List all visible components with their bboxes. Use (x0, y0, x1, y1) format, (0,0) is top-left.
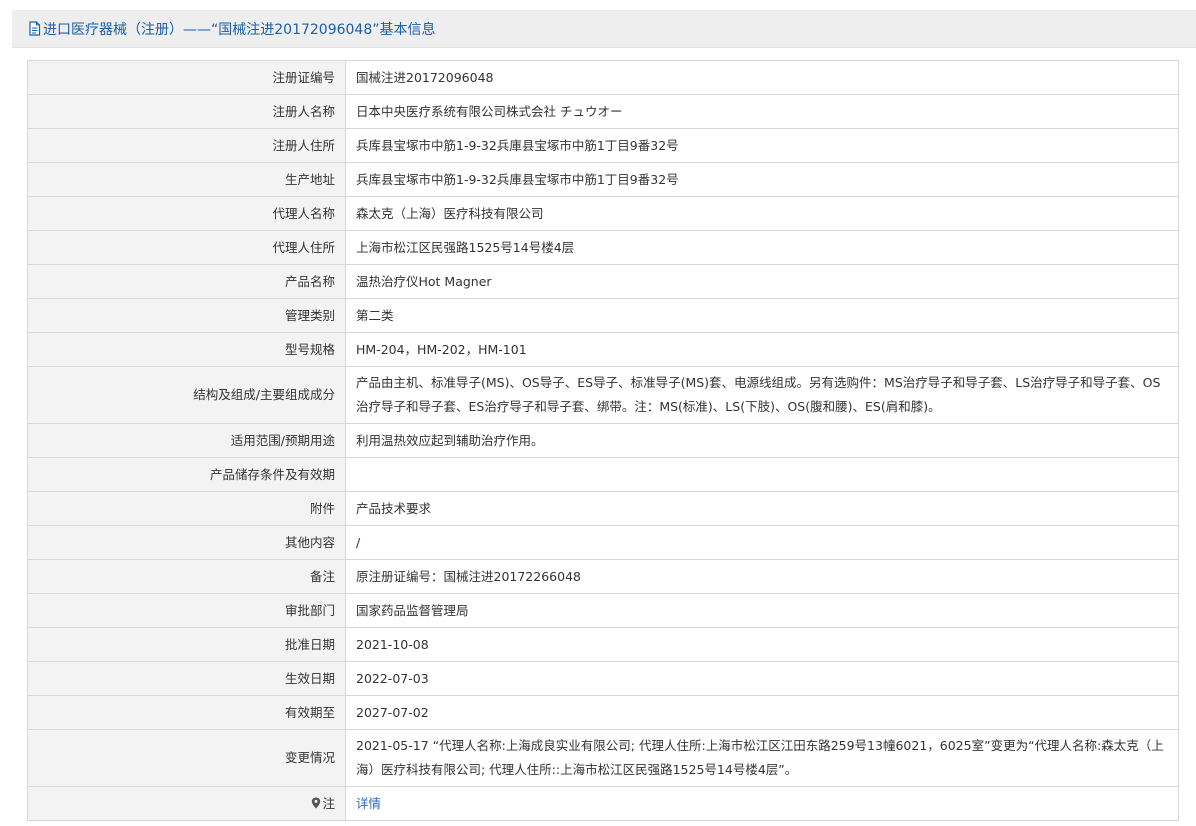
table-row: 变更情况 2021-05-17 “代理人名称:上海成良实业有限公司; 代理人住所:… (27, 729, 1179, 787)
table-row: 型号规格 HM-204，HM-202，HM-101 (27, 332, 1179, 367)
field-label: 产品名称 (27, 264, 346, 299)
info-sheet: 注册证编号 国械注进20172096048 注册人名称 日本中央医疗系统有限公司株式会… (12, 48, 1196, 826)
field-value: 第二类 (345, 298, 1179, 333)
field-value: 国家药品监督管理局 (345, 593, 1179, 628)
field-value: 上海市松江区民强路1525号14号楼4层 (345, 230, 1179, 265)
document-icon (28, 21, 41, 36)
field-value: / (345, 525, 1179, 560)
field-value: 兵库县宝塚市中筋1-9-32兵庫县宝塚市中筋1丁目9番32号 (345, 162, 1179, 197)
table-row: 其他内容 / (27, 525, 1179, 560)
info-table: 注册证编号 国械注进20172096048 注册人名称 日本中央医疗系统有限公司株式会… (27, 60, 1179, 821)
field-label: 审批部门 (27, 593, 346, 628)
table-row: 代理人住所 上海市松江区民强路1525号14号楼4层 (27, 230, 1179, 265)
field-value: 2022-07-03 (345, 661, 1179, 696)
note-row: 注 详情 (27, 786, 1179, 821)
table-row: 适用范围/预期用途 利用温热效应起到辅助治疗作用。 (27, 423, 1179, 458)
field-label: 批准日期 (27, 627, 346, 662)
table-row: 生效日期 2022-07-03 (27, 661, 1179, 696)
table-row: 注册人名称 日本中央医疗系统有限公司株式会社 チュウオー (27, 94, 1179, 129)
table-row: 结构及组成/主要组成成分 产品由主机、标准导子(MS)、OS导子、ES导子、标准导… (27, 366, 1179, 424)
field-label: 代理人住所 (27, 230, 346, 265)
field-label: 结构及组成/主要组成成分 (27, 366, 346, 424)
field-label: 注册人住所 (27, 128, 346, 163)
field-value: 国械注进20172096048 (345, 60, 1179, 95)
field-value: 森太克（上海）医疗科技有限公司 (345, 196, 1179, 231)
field-label: 产品储存条件及有效期 (27, 457, 346, 492)
field-label: 代理人名称 (27, 196, 346, 231)
map-pin-icon (311, 794, 321, 808)
field-value: 2021-10-08 (345, 627, 1179, 662)
note-label-cell: 注 (27, 786, 346, 821)
table-row: 备注 原注册证编号：国械注进20172266048 (27, 559, 1179, 594)
field-label: 注册证编号 (27, 60, 346, 95)
field-value: HM-204，HM-202，HM-101 (345, 332, 1179, 367)
field-value: 温热治疗仪Hot Magner (345, 264, 1179, 299)
field-label: 生效日期 (27, 661, 346, 696)
field-label: 其他内容 (27, 525, 346, 560)
table-row: 有效期至 2027-07-02 (27, 695, 1179, 730)
table-row: 产品储存条件及有效期 (27, 457, 1179, 492)
table-row: 注册人住所 兵库县宝塚市中筋1-9-32兵庫县宝塚市中筋1丁目9番32号 (27, 128, 1179, 163)
table-row: 注册证编号 国械注进20172096048 (27, 60, 1179, 95)
note-value-cell: 详情 (345, 786, 1179, 821)
field-label: 适用范围/预期用途 (27, 423, 346, 458)
field-value: 2021-05-17 “代理人名称:上海成良实业有限公司; 代理人住所:上海市松… (345, 729, 1179, 787)
field-label: 变更情况 (27, 729, 346, 787)
field-label: 附件 (27, 491, 346, 526)
page-title: 进口医疗器械（注册）——“国械注进20172096048”基本信息 (43, 21, 436, 38)
field-label: 有效期至 (27, 695, 346, 730)
table-row: 附件 产品技术要求 (27, 491, 1179, 526)
page: 进口医疗器械（注册）——“国械注进20172096048”基本信息 注册证编号国… (0, 0, 1196, 826)
field-label: 生产地址 (27, 162, 346, 197)
field-label: 注册人名称 (27, 94, 346, 129)
table-row: 审批部门 国家药品监督管理局 (27, 593, 1179, 628)
field-value (345, 457, 1179, 492)
field-label: 管理类别 (27, 298, 346, 333)
table-row: 管理类别 第二类 (27, 298, 1179, 333)
table-row: 批准日期 2021-10-08 (27, 627, 1179, 662)
field-value: 日本中央医疗系统有限公司株式会社 チュウオー (345, 94, 1179, 129)
page-header: 进口医疗器械（注册）——“国械注进20172096048”基本信息 (12, 10, 1196, 48)
field-value: 产品由主机、标准导子(MS)、OS导子、ES导子、标准导子(MS)套、电源线组成… (345, 366, 1179, 424)
field-value: 原注册证编号：国械注进20172266048 (345, 559, 1179, 594)
field-label: 型号规格 (27, 332, 346, 367)
detail-link[interactable]: 详情 (356, 796, 381, 811)
field-value: 利用温热效应起到辅助治疗作用。 (345, 423, 1179, 458)
field-value: 2027-07-02 (345, 695, 1179, 730)
field-value: 兵库县宝塚市中筋1-9-32兵庫县宝塚市中筋1丁目9番32号 (345, 128, 1179, 163)
table-row: 产品名称 温热治疗仪Hot Magner (27, 264, 1179, 299)
field-label: 备注 (27, 559, 346, 594)
table-row: 生产地址 兵库县宝塚市中筋1-9-32兵庫县宝塚市中筋1丁目9番32号 (27, 162, 1179, 197)
field-value: 产品技术要求 (345, 491, 1179, 526)
table-row: 代理人名称 森太克（上海）医疗科技有限公司 (27, 196, 1179, 231)
note-label: 注 (322, 795, 335, 811)
